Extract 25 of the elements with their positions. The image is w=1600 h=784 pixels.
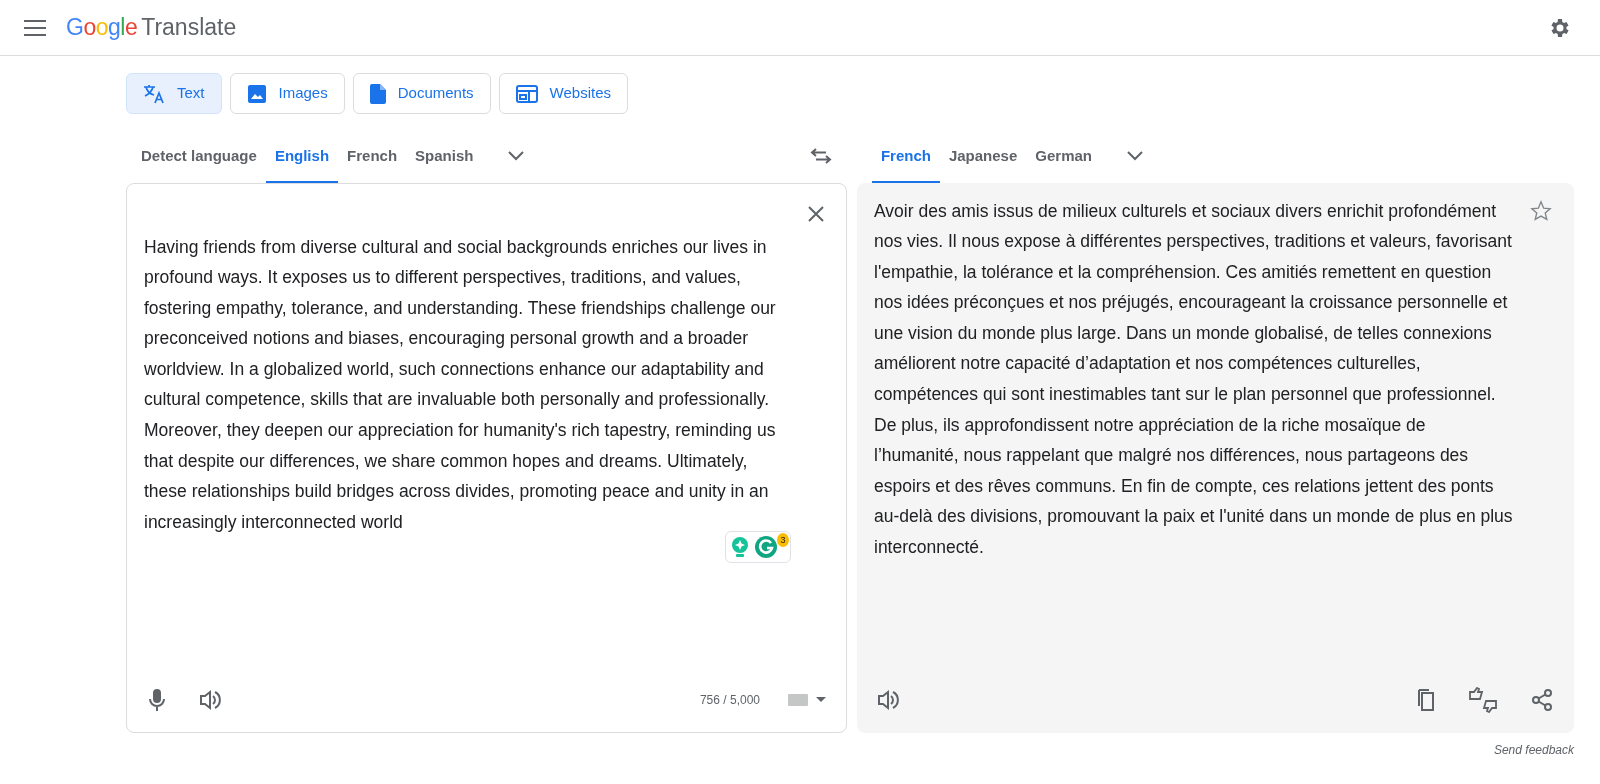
website-icon xyxy=(515,84,538,103)
product-name: Translate xyxy=(141,13,237,43)
logo-wordmark: Google xyxy=(66,13,138,43)
language-tab[interactable]: Detect language xyxy=(132,130,266,183)
keyboard-icon xyxy=(788,693,808,706)
language-tab[interactable]: Japanese xyxy=(939,130,1027,183)
translate-icon xyxy=(143,83,165,104)
translation-text: Avoir des amis issus de milieux culturels et sociaux divers enrichit profondément nos vies. Il nous expose à différentes perspectives, traditions et valeurs, favorisant l'empathie, la tolérance et la compréhension. Ces amitiés remettent en question nos idées préconçues et nos préjugés, encourageant la croissance personnelle et une vision du monde plus large. Dans un monde globalisé, de telles connexions améliorent notre capacité d’adaptation et nos compétences culturelles, compétences qui sont inestimables tant sur le plan personnel que professionnel. De plus, ils approfondissent notre appréciation de la riche mosaïque de l’humanité, nous rappelant que malgré nos différences, nous partageons des espoirs et des rêves communs. En fin de compte, ces relations jettent des ponts au-delà des divisions, promouvant la paix et l'unité dans un monde de plus en plus interconnecté. xyxy=(874,199,1514,560)
language-tab[interactable]: Spanish xyxy=(406,130,483,183)
caret-icon xyxy=(816,696,826,703)
language-tab[interactable]: French xyxy=(338,130,407,183)
mode-tab[interactable]: Text xyxy=(126,73,222,114)
notification-count: 3 xyxy=(777,533,789,548)
mode-tab[interactable]: Documents xyxy=(352,73,491,114)
character-count: 756 / 5,000 xyxy=(699,691,760,709)
mode-tab[interactable]: Images xyxy=(229,73,345,114)
bulb-icon xyxy=(730,536,750,559)
image-icon xyxy=(246,83,267,104)
grammarly-icon xyxy=(754,535,778,560)
mode-tab[interactable]: Websites xyxy=(498,73,628,114)
document-icon xyxy=(369,83,386,104)
language-tab[interactable]: English xyxy=(265,130,339,183)
grammarly-widget[interactable]: 3 xyxy=(725,531,791,564)
language-tab[interactable]: German xyxy=(1026,130,1101,183)
send-feedback-link[interactable]: Send feedback xyxy=(1493,740,1574,759)
